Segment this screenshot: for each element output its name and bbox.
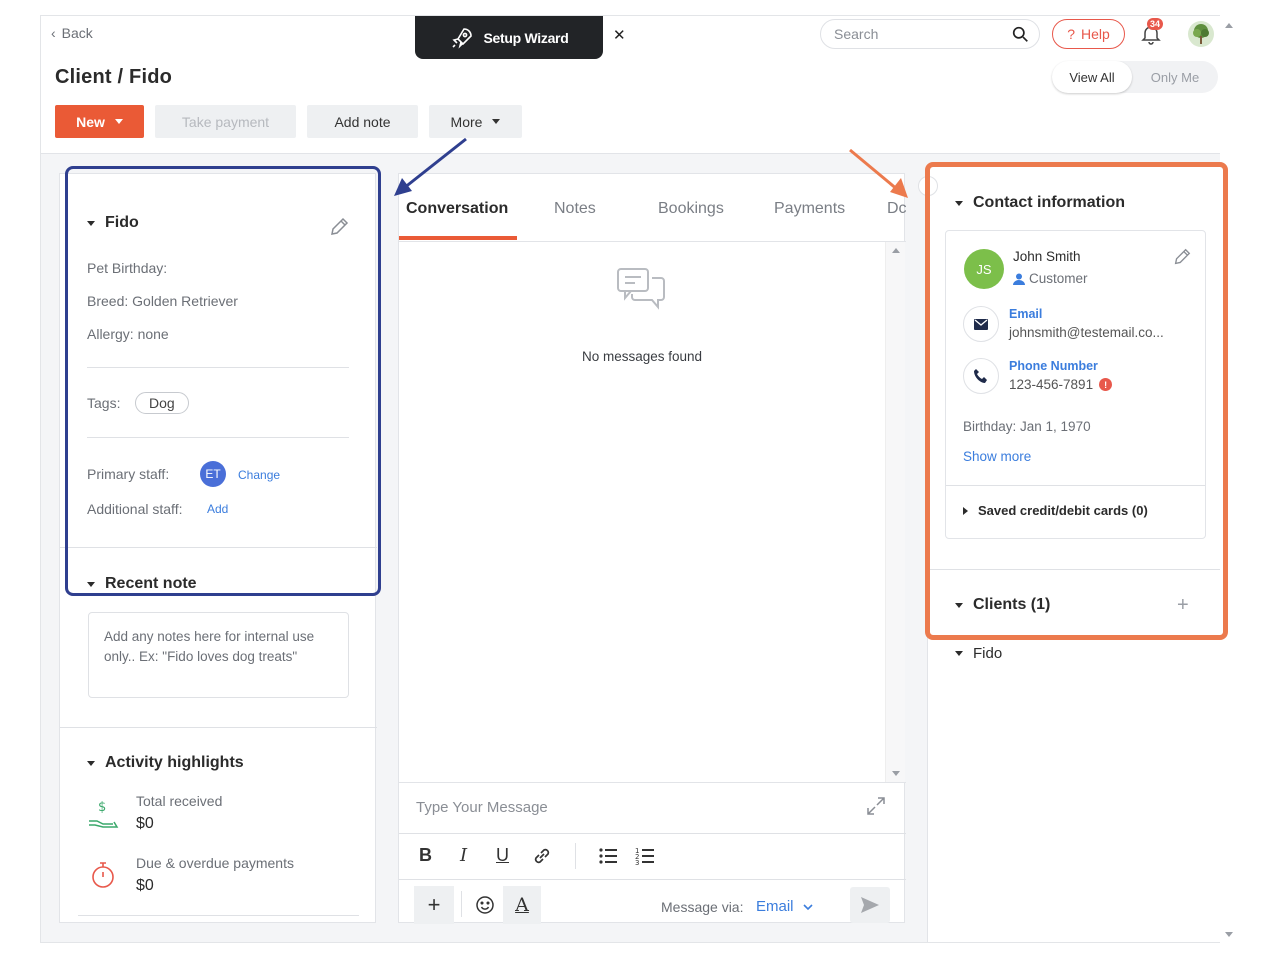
annotation-arrows <box>394 137 908 198</box>
blue-arrow <box>394 137 467 196</box>
orange-arrow <box>849 148 908 198</box>
